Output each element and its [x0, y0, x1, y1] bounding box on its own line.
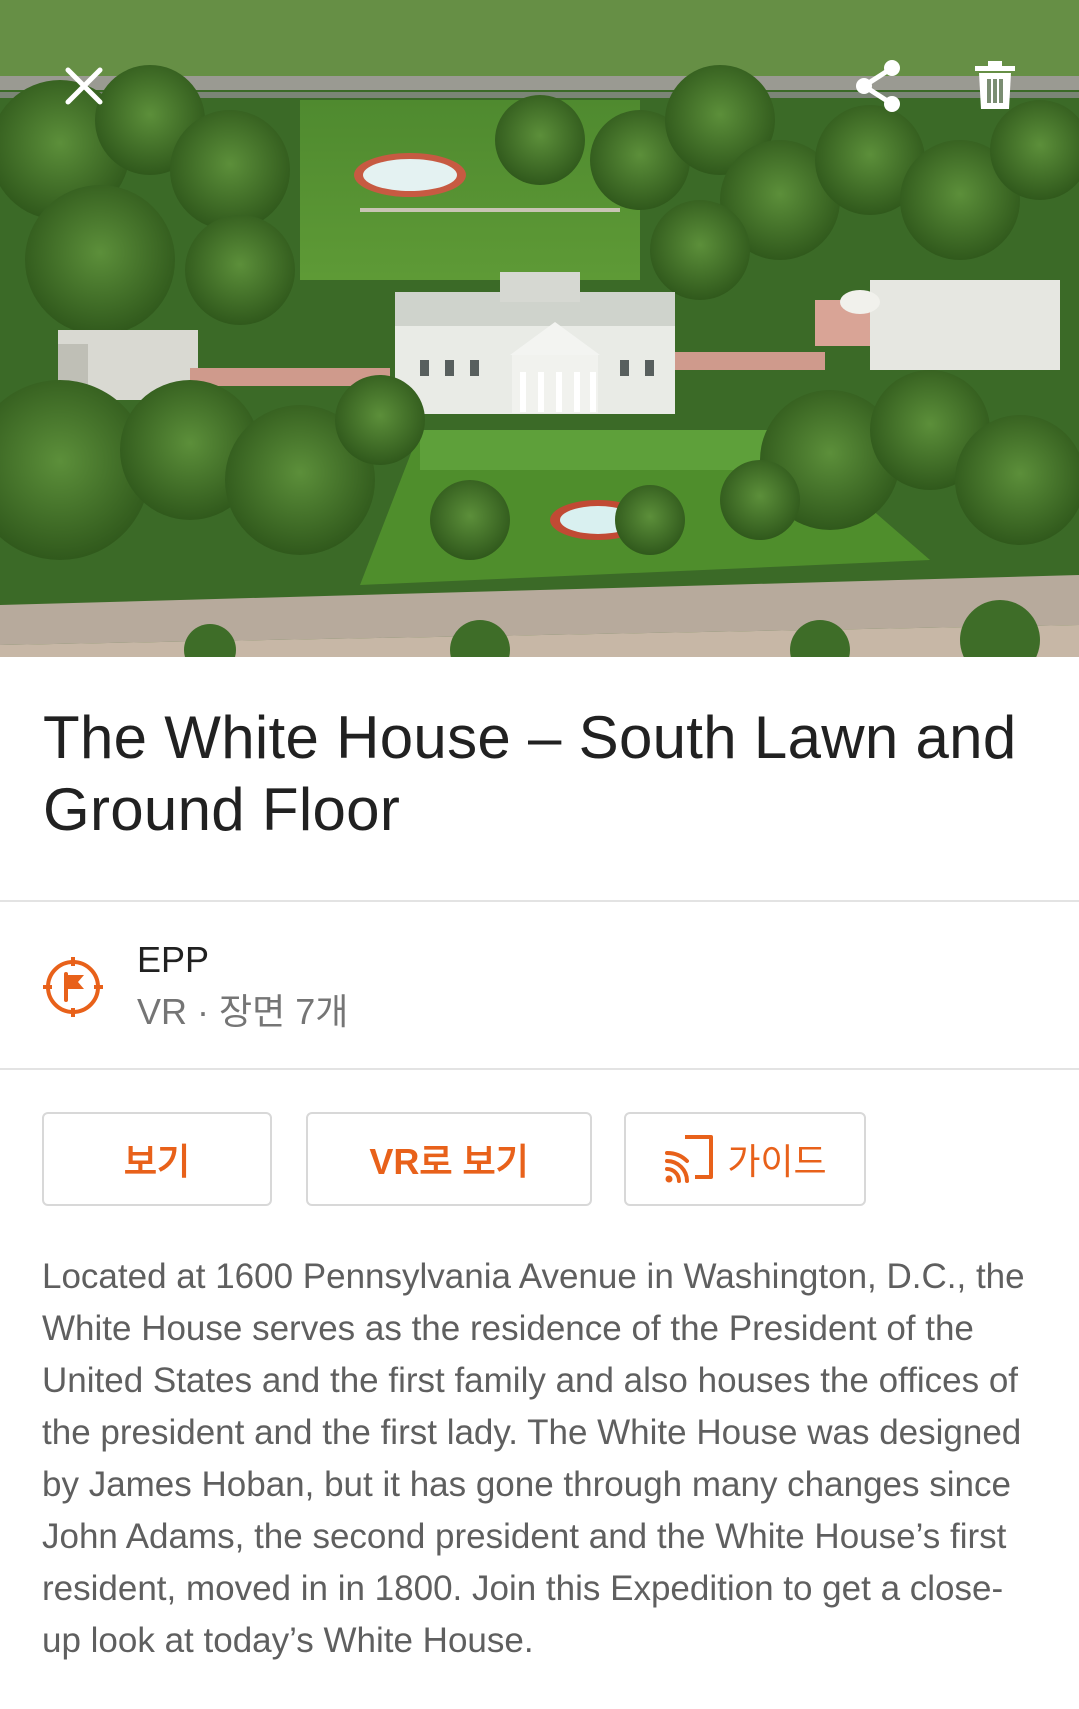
compass-flag-icon [43, 957, 103, 1017]
view-button[interactable]: 보기 [42, 1112, 272, 1206]
hero-image [0, 0, 1079, 657]
guide-button[interactable]: 가이드 [624, 1112, 866, 1206]
author-meta: VR · 장면 7개 [137, 991, 349, 1032]
view-button-label: 보기 [123, 1141, 191, 1182]
close-icon [65, 67, 103, 105]
divider [0, 900, 1079, 902]
share-icon [856, 60, 900, 112]
cast-guide-icon [665, 1135, 714, 1183]
vr-view-button[interactable]: VR로 보기 [306, 1112, 592, 1206]
description-text: Located at 1600 Pennsylvania Avenue in W… [42, 1257, 1025, 1660]
author-name[interactable]: EPP [137, 938, 209, 982]
delete-button[interactable] [955, 46, 1035, 126]
author-logo[interactable] [42, 956, 104, 1018]
vr-view-button-label: VR로 보기 [369, 1141, 529, 1182]
guide-button-label: 가이드 [727, 1141, 827, 1182]
divider [0, 1068, 1079, 1070]
trash-icon [975, 61, 1015, 109]
share-button[interactable] [838, 46, 918, 126]
close-button[interactable] [44, 46, 124, 126]
page-title: The White House – South Lawn and Ground … [43, 704, 1017, 843]
